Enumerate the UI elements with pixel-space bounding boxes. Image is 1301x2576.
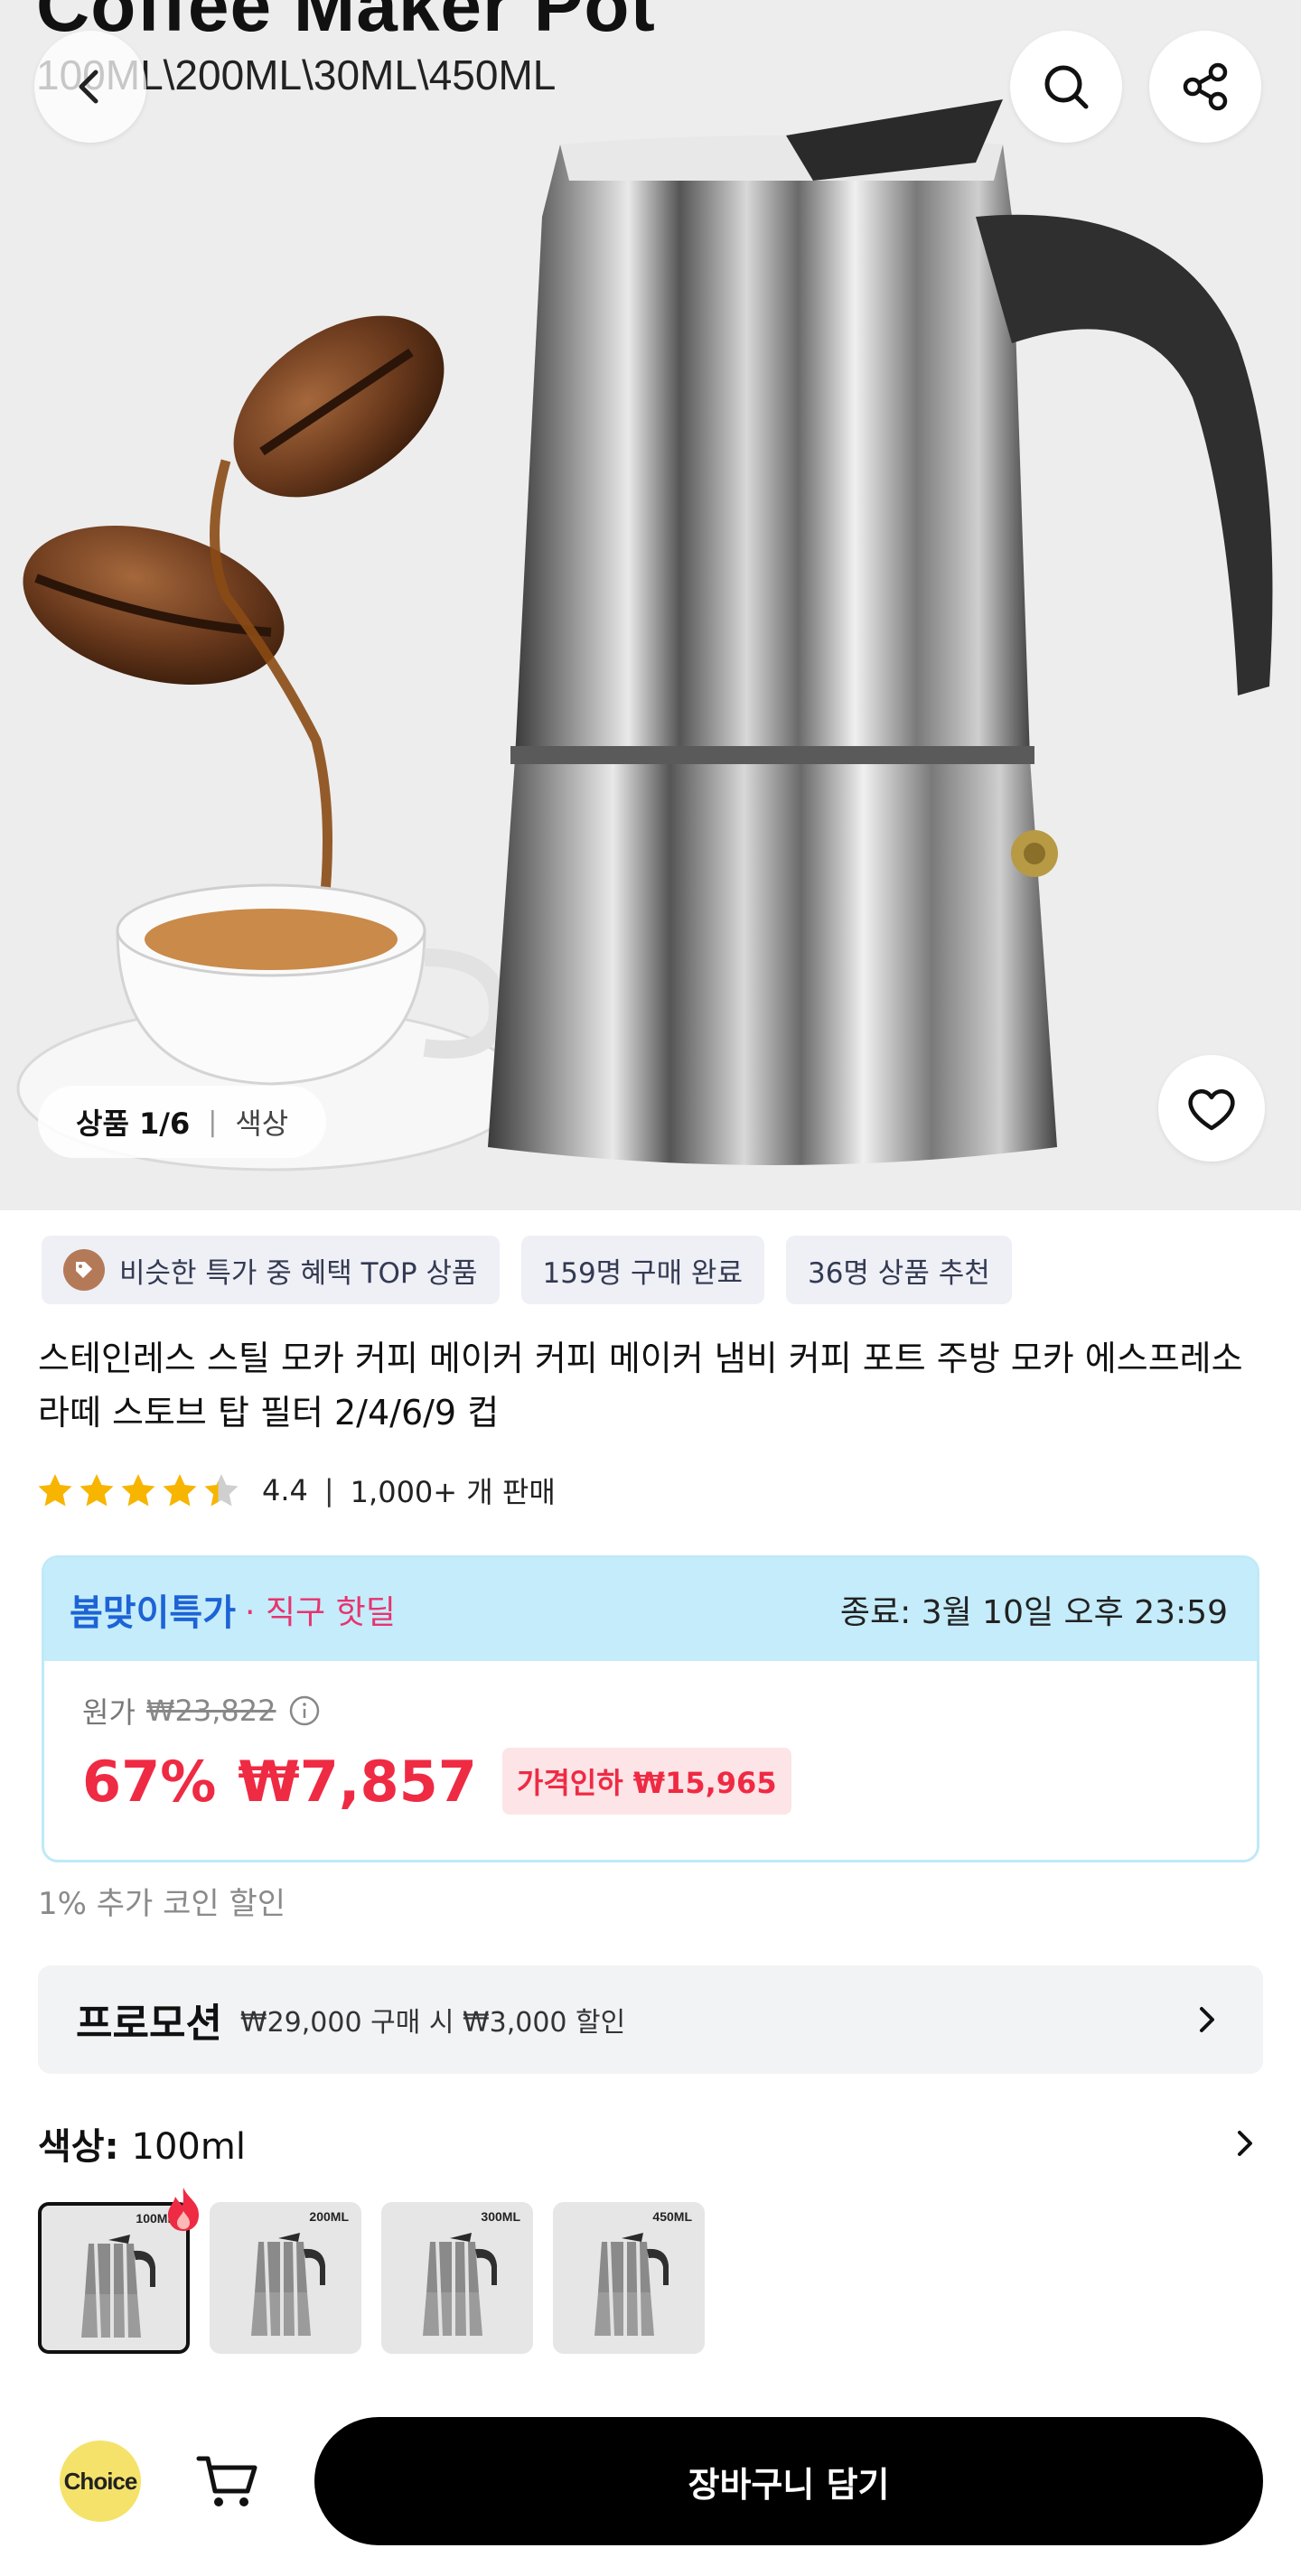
badge-label: 159명 구매 완료 [542, 1256, 743, 1290]
variant-size-label: 450ML [652, 2209, 692, 2224]
deal-header: 봄맞이특가 · 직구 핫딜 종료: 3월 10일 오후 23:59 [44, 1558, 1257, 1661]
star-icon [38, 1474, 72, 1507]
search-button[interactable] [1010, 31, 1122, 143]
rating-row[interactable]: 4.4 | 1,000+ 개 판매 [36, 1465, 556, 1516]
price-row: 67% ₩7,857 가격인하 ₩15,965 [82, 1748, 1219, 1815]
selected-color: 100ml [131, 2126, 246, 2168]
image-counter-current: 상품 1/6 [76, 1106, 191, 1141]
badge-top-deal[interactable]: 비슷한 특가 중 혜택 TOP 상품 [42, 1236, 500, 1304]
color-variant-option[interactable]: 450ML [553, 2202, 705, 2354]
add-to-cart-button[interactable]: 장바구니 담기 [314, 2417, 1263, 2545]
hero-banner-title: Coffee Maker Pot [36, 0, 656, 47]
deal-box: 봄맞이특가 · 직구 핫딜 종료: 3월 10일 오후 23:59 원가 ₩23… [42, 1555, 1259, 1862]
product-image-gallery[interactable]: Coffee Maker Pot 100ML\200ML\30ML\450ML … [0, 0, 1301, 1210]
promotion-label: 프로모션 [76, 2001, 222, 2047]
variant-size-label: 200ML [309, 2209, 349, 2224]
highlight-badges: 비슷한 특가 중 혜택 TOP 상품 159명 구매 완료 36명 상품 추천 [42, 1236, 1012, 1304]
moka-pot-thumbnail [251, 2233, 325, 2337]
rating-value: 4.4 [262, 1473, 308, 1507]
price-drop-badge: 가격인하 ₩15,965 [501, 1748, 791, 1815]
star-icon [163, 1474, 197, 1507]
moka-pot-thumbnail [594, 2233, 669, 2337]
deal-brand: 봄맞이특가 · 직구 핫딜 [70, 1583, 396, 1636]
badge-label: 36명 상품 추천 [807, 1256, 990, 1290]
share-icon [1183, 62, 1228, 111]
moka-pot-thumbnail [423, 2233, 497, 2337]
product-title: 스테인레스 스틸 모카 커피 메이커 커피 메이커 냄비 커피 포트 주방 모카… [38, 1339, 1243, 1433]
star-icon [121, 1474, 155, 1507]
image-counter-separator: | [208, 1106, 218, 1138]
sale-price: ₩7,857 [238, 1748, 477, 1815]
image-counter-category: 색상 [235, 1106, 289, 1141]
share-button[interactable] [1149, 31, 1261, 143]
original-price: ₩23,822 [145, 1694, 276, 1728]
variant-size-label: 300ML [481, 2209, 520, 2224]
star-rating [36, 1471, 240, 1509]
info-icon[interactable] [287, 1694, 322, 1728]
original-price-row: 원가 ₩23,822 [82, 1690, 1219, 1731]
promotion-row[interactable]: 프로모션 ₩29,000 구매 시 ₩3,000 할인 [38, 1965, 1263, 2074]
hot-fire-icon [168, 2188, 199, 2231]
chevron-right-icon [1238, 2131, 1252, 2156]
back-button[interactable] [34, 31, 146, 143]
sold-count: 1,000+ 개 판매 [350, 1475, 556, 1509]
color-variants: 100ML 200ML 300ML 450ML [38, 2202, 705, 2354]
color-variant-option[interactable]: 300ML [381, 2202, 533, 2354]
star-icon [80, 1474, 114, 1507]
heart-icon [1188, 1089, 1235, 1131]
promotion-text: ₩29,000 구매 시 ₩3,000 할인 [239, 2007, 626, 2039]
chevron-right-icon [1200, 2007, 1214, 2032]
color-label: 색상: 100ml [38, 2117, 246, 2170]
coin-discount-note: 1% 추가 코인 할인 [38, 1886, 286, 1922]
discount-percent: 67% [82, 1748, 217, 1815]
moka-pot-thumbnail [81, 2235, 155, 2338]
rating-separator: | [323, 1473, 334, 1507]
color-label-prefix: 색상: [38, 2126, 132, 2168]
original-price-label: 원가 [82, 1695, 136, 1730]
choice-logo[interactable]: Choice [60, 2441, 141, 2522]
image-counter: 상품 1/6 | 색상 [38, 1086, 327, 1158]
wishlist-button[interactable] [1158, 1055, 1265, 1162]
chevron-left-icon [79, 70, 98, 104]
star-icon [204, 1474, 239, 1507]
color-selector-row[interactable]: 색상: 100ml [38, 2117, 1263, 2170]
badge-label: 비슷한 특가 중 혜택 TOP 상품 [119, 1256, 478, 1290]
product-photo [16, 99, 1273, 1171]
bottom-action-bar: Choice 장바구니 담기 [0, 2395, 1301, 2576]
deal-name: 봄맞이특가 [70, 1592, 236, 1634]
cart-icon[interactable] [193, 2448, 262, 2516]
deal-end-time: 종료: 3월 10일 오후 23:59 [839, 1594, 1228, 1631]
price-tag-icon [63, 1249, 105, 1291]
search-icon [1044, 65, 1089, 109]
badge-recommendations: 36명 상품 추천 [785, 1236, 1012, 1304]
color-variant-option[interactable]: 200ML [210, 2202, 361, 2354]
deal-body: 원가 ₩23,822 67% ₩7,857 가격인하 ₩15,965 [44, 1661, 1257, 1843]
deal-subtitle: · 직구 핫딜 [245, 1594, 396, 1631]
badge-purchases: 159명 구매 완료 [520, 1236, 764, 1304]
